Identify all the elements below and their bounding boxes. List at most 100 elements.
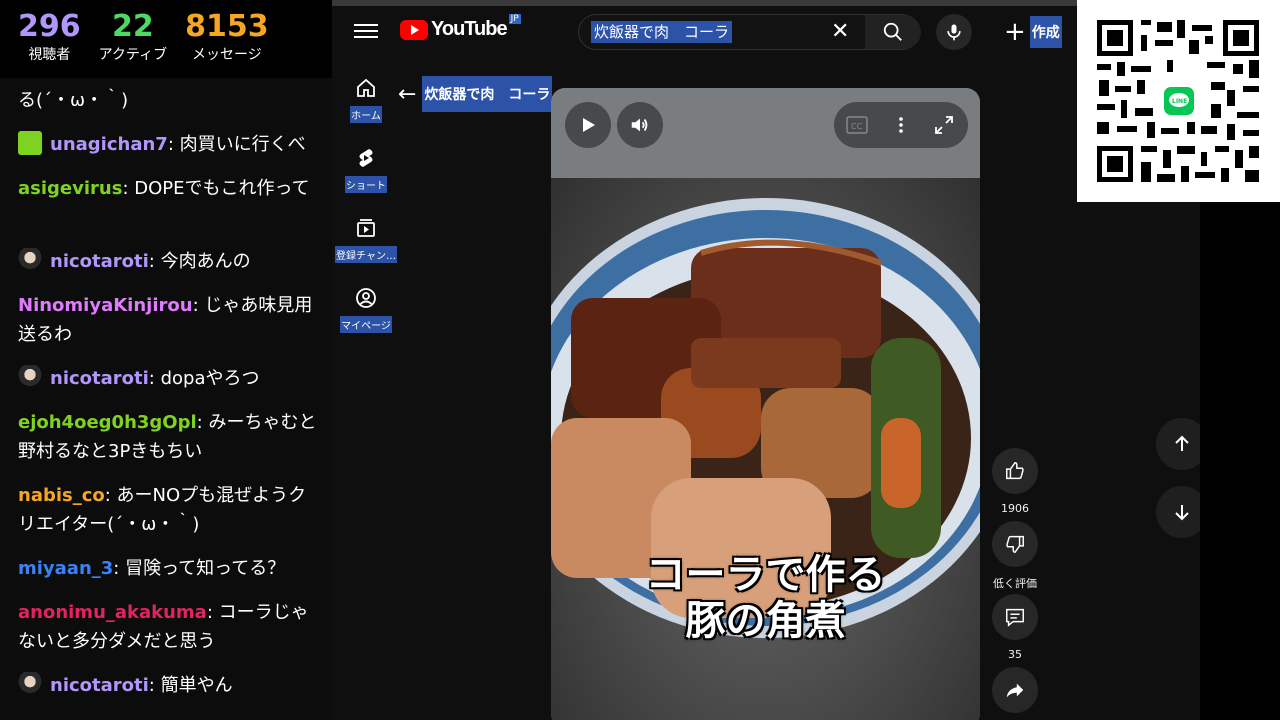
viewer-label: 視聴者 — [28, 47, 71, 63]
window-top-bar — [332, 0, 1200, 6]
account-icon — [356, 288, 376, 308]
volume-button[interactable] — [617, 102, 663, 148]
video-caption-line1: コーラで作る — [645, 552, 886, 598]
play-button[interactable] — [565, 102, 611, 148]
stream-screen: 296 視聴者 22 アクティブ 8153 メッセージ る(´・ω・｀) una… — [0, 0, 1280, 720]
search-button[interactable] — [865, 15, 921, 49]
youtube-window: YouTube JP 炊飯器で肉 コーラ ✕ + 作成 ホーム ショート 登録チ… — [332, 0, 1208, 720]
chat-username: miyaan_3 — [18, 558, 114, 579]
like-count: 1906 — [1001, 502, 1029, 515]
dislike-label: 低く評価 — [993, 577, 1037, 590]
avatar-icon — [18, 248, 42, 272]
sidebar-label: 登録チャン… — [335, 246, 397, 263]
back-navigation: ← 炊飯器で肉 コーラ — [398, 76, 553, 112]
results-title: 炊飯器で肉 コーラ — [422, 76, 553, 112]
sidebar-item-mypage[interactable]: マイページ — [332, 286, 400, 333]
microphone-icon — [947, 24, 961, 41]
sidebar-item-shorts[interactable]: ショート — [332, 146, 400, 193]
chat-username: ejoh4oeg0h3gOpl — [18, 412, 197, 433]
chat-text: : 今肉あんの — [148, 251, 251, 272]
search-input[interactable]: 炊飯器で肉 コーラ — [591, 21, 733, 43]
comment-icon — [1006, 608, 1024, 627]
play-icon — [583, 118, 595, 132]
sidebar-item-home[interactable]: ホーム — [332, 76, 400, 123]
chat-message: NinomiyaKinjirou: じゃあ味見用送るわ — [18, 291, 318, 349]
arrow-up-icon — [1175, 435, 1189, 451]
voice-search-button[interactable] — [936, 14, 972, 50]
comment-count: 35 — [1008, 648, 1022, 661]
logo-region: JP — [508, 13, 521, 24]
video-controls: CC — [834, 102, 968, 148]
chat-message: unagichan7: 肉買いに行くべ — [18, 130, 318, 159]
menu-icon[interactable] — [354, 20, 378, 44]
chat-text: : DOPEでもこれ作って — [122, 178, 310, 199]
video-caption-line2: 豚の角煮 — [685, 598, 846, 644]
qr-code-image: LINE — [1077, 0, 1280, 202]
like-button[interactable]: 1906 — [990, 448, 1040, 515]
sidebar-item-subscriptions[interactable]: 登録チャン… — [332, 216, 400, 263]
sidebar-label: ショート — [345, 176, 387, 193]
avatar-icon — [18, 672, 42, 696]
chat-message: anonimu_akakuma: コーラじゃないと多分ダメだと思う — [18, 598, 318, 656]
active-stat: 22 アクティブ — [99, 0, 167, 78]
chat-text: : 冒険って知ってる？ — [113, 558, 286, 579]
more-options-icon[interactable] — [891, 115, 911, 135]
plus-icon: + — [1004, 17, 1026, 47]
chat-message: nabis_co: あーNOプも混ぜようクリエイター(´・ω・｀) — [18, 481, 318, 539]
youtube-logo[interactable]: YouTube JP — [400, 13, 521, 41]
chat-username: nicotaroti — [50, 675, 149, 696]
sidebar-label: ホーム — [350, 106, 382, 123]
captions-icon[interactable]: CC — [846, 115, 868, 135]
chat-username: asigevirus — [18, 178, 123, 199]
fullscreen-icon[interactable] — [934, 115, 954, 135]
comments-button[interactable]: 35 — [990, 594, 1040, 661]
chat-partial-line: る(´・ω・｀) — [18, 90, 129, 111]
svg-text:CC: CC — [851, 122, 863, 131]
chat-username: nabis_co — [18, 485, 105, 506]
chat-username: unagichan7 — [50, 134, 168, 155]
message-label: メッセージ — [191, 47, 262, 63]
home-icon — [357, 78, 375, 97]
thumbs-up-icon — [1006, 462, 1024, 480]
active-count: 22 — [111, 9, 154, 44]
chat-message: miyaan_3: 冒険って知ってる？ — [18, 554, 318, 583]
dislike-button[interactable]: 低く評価 — [990, 521, 1040, 591]
viewer-stat: 296 視聴者 — [18, 0, 81, 78]
sidebar-label: マイページ — [340, 316, 392, 333]
active-label: アクティブ — [98, 47, 168, 63]
line-qr-code: LINE — [1077, 0, 1280, 202]
chat-message: nicotaroti: dopaやろつ — [18, 364, 318, 393]
chat-panel: 296 視聴者 22 アクティブ 8153 メッセージ る(´・ω・｀) una… — [0, 0, 332, 720]
back-arrow-icon[interactable]: ← — [398, 82, 416, 107]
chat-username: nicotaroti — [50, 368, 149, 389]
search-box[interactable]: 炊飯器で肉 コーラ ✕ — [578, 14, 921, 50]
clear-icon[interactable]: ✕ — [831, 19, 849, 44]
volume-icon — [631, 118, 648, 132]
shorts-video-player[interactable]: CC コーラで作る 豚の角煮 — [551, 88, 980, 720]
chat-message: ejoh4oeg0h3gOpl: みーちゃむと野村るなと3Pきもちい — [18, 408, 318, 466]
chat-username: anonimu_akakuma — [18, 602, 207, 623]
chat-message: nicotaroti: 簡単やん — [18, 671, 318, 700]
svg-text:LINE: LINE — [1172, 98, 1187, 105]
avatar-icon — [18, 365, 42, 389]
chat-message: asigevirus: DOPEでもこれ作って — [18, 174, 318, 203]
viewer-count: 296 — [18, 9, 81, 44]
chat-text: : 肉買いに行くべ — [167, 134, 306, 155]
search-icon — [883, 22, 902, 41]
create-button[interactable]: + 作成 — [1004, 16, 1062, 48]
share-button[interactable] — [990, 667, 1040, 713]
logo-text: YouTube — [431, 18, 508, 40]
subscriptions-icon — [357, 219, 375, 237]
share-icon — [1006, 683, 1024, 698]
message-count: 8153 — [185, 9, 269, 44]
arrow-down-icon — [1175, 505, 1189, 521]
chat-message: nicotaroti: 今肉あんの — [18, 247, 318, 276]
message-stat: 8153 メッセージ — [185, 0, 269, 78]
gift-icon — [18, 131, 42, 155]
chat-username: NinomiyaKinjirou — [18, 295, 193, 316]
thumbs-down-icon — [1006, 535, 1024, 553]
chat-text: : dopaやろつ — [148, 368, 260, 389]
shorts-icon — [359, 149, 373, 167]
youtube-play-icon — [400, 19, 428, 40]
chat-text: : 簡単やん — [148, 675, 233, 696]
